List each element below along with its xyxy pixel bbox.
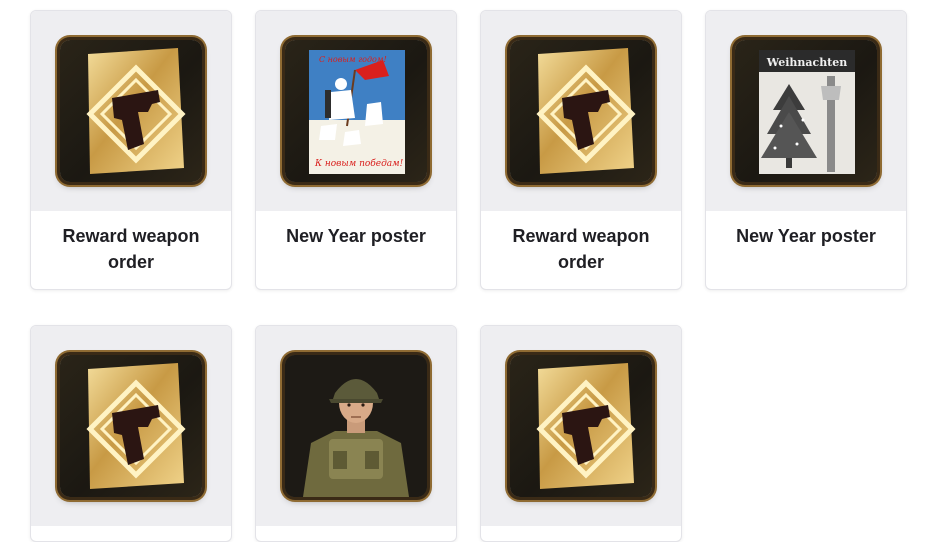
poster-title-text: Weihnachten (766, 56, 848, 69)
item-card-reward-weapon-order-3[interactable] (30, 325, 232, 542)
pistol-order-icon (60, 40, 202, 182)
item-thumbnail (481, 326, 681, 526)
item-card-reward-weapon-order-2[interactable]: Reward weapon order (480, 10, 682, 290)
item-title: New Year poster (736, 226, 876, 246)
pistol-order-icon (60, 355, 202, 497)
poster-top-text: С новым годом! (319, 55, 387, 64)
item-card-reward-weapon-order-4[interactable] (480, 325, 682, 542)
item-card-new-year-poster-2[interactable]: Weihnachten New Year poster (705, 10, 907, 290)
item-thumbnail (481, 11, 681, 211)
item-card-soldier[interactable] (255, 325, 457, 542)
item-thumbnail: Weihnachten (706, 11, 906, 211)
item-thumbnail (31, 11, 231, 211)
item-title: New Year poster (286, 226, 426, 246)
item-title: Reward weapon order (512, 226, 650, 272)
item-thumbnail: С новым годом! К новым победам! (256, 11, 456, 211)
soviet-poster-icon: С новым годом! К новым победам! (285, 40, 427, 182)
item-card-reward-weapon-order-1[interactable]: Reward weapon order (30, 10, 232, 290)
poster-bottom-text: К новым победам! (314, 158, 404, 169)
pistol-order-icon (510, 355, 652, 497)
item-thumbnail (256, 326, 456, 526)
soldier-portrait-icon (285, 355, 427, 497)
item-title: Reward weapon order (62, 226, 200, 272)
weihnachten-poster-icon: Weihnachten (735, 40, 877, 182)
item-thumbnail (31, 326, 231, 526)
pistol-order-icon (510, 40, 652, 182)
item-card-new-year-poster-1[interactable]: С новым годом! К новым победам! New Year… (255, 10, 457, 290)
